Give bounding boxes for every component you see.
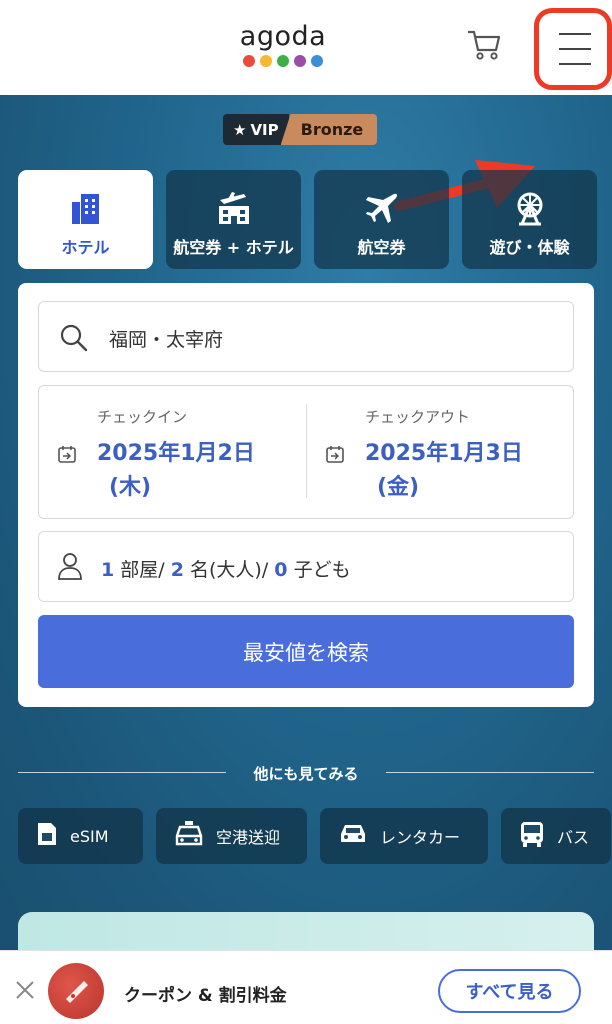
vip-label: ★ VIP xyxy=(223,114,289,145)
chip-label: レンタカー xyxy=(380,828,461,847)
tab-flight-hotel[interactable]: 航空券 + ホテル xyxy=(166,170,301,269)
destination-value: 福岡・太宰府 xyxy=(109,329,224,351)
destination-input[interactable]: 福岡・太宰府 xyxy=(38,301,574,372)
calendar-checkout-icon xyxy=(325,444,345,468)
children-count: 0 xyxy=(274,559,288,581)
search-button[interactable]: 最安値を検索 xyxy=(38,615,574,688)
search-card: 福岡・太宰府 チェックイン 2025年1月2日 (木) チェックアウト 2025… xyxy=(18,283,594,707)
tab-flight[interactable]: 航空券 xyxy=(314,170,449,269)
guests-summary: 1 部屋/ 2 名(大人)/ 0 子ども xyxy=(101,555,351,582)
checkin-date: 2025年1月2日 xyxy=(97,441,255,466)
checkin-label: チェックイン xyxy=(97,408,188,426)
chip-car-rental[interactable]: レンタカー xyxy=(320,808,488,864)
chip-label: 空港送迎 xyxy=(216,828,281,847)
rooms-count: 1 xyxy=(101,559,115,581)
guests-selector[interactable]: 1 部屋/ 2 名(大人)/ 0 子ども xyxy=(38,531,574,602)
coupon-bar: クーポン & 割引料金 すべて見る xyxy=(0,950,612,1024)
tab-label: ホテル xyxy=(61,238,110,257)
tab-activities[interactable]: 遊び・体験 xyxy=(462,170,597,269)
star-icon: ★ xyxy=(233,120,247,139)
adults-label: 名(大人)/ xyxy=(190,559,269,581)
chip-label: eSIM xyxy=(70,826,109,846)
sim-card-icon xyxy=(36,821,58,851)
top-header: agoda xyxy=(0,0,612,95)
search-icon xyxy=(59,323,89,357)
children-label: 子ども xyxy=(293,559,351,581)
coupon-text: クーポン & 割引料金 xyxy=(124,986,287,1006)
chip-label: バス xyxy=(557,828,590,847)
logo-text: agoda xyxy=(239,21,327,52)
product-tabs: ホテル 航空券 + ホテル 航空券 遊び・体験 xyxy=(18,170,597,269)
tab-hotel[interactable]: ホテル xyxy=(18,170,153,269)
checkout-day: (金) xyxy=(377,475,420,500)
checkin-day: (木) xyxy=(109,475,152,500)
vip-badge[interactable]: ★ VIP Bronze xyxy=(223,114,378,145)
chip-airport-transfer[interactable]: 空港送迎 xyxy=(156,808,307,864)
hotel-icon xyxy=(18,190,153,226)
taxi-icon xyxy=(174,820,204,852)
date-divider xyxy=(306,404,307,498)
calendar-checkin-icon xyxy=(57,444,77,468)
chip-esim[interactable]: eSIM xyxy=(18,808,143,864)
coupon-image xyxy=(48,963,104,1019)
checkout-date: 2025年1月3日 xyxy=(365,441,523,466)
checkout-label: チェックアウト xyxy=(365,408,471,426)
see-all-button[interactable]: すべて見る xyxy=(438,969,581,1013)
logo-dots xyxy=(238,55,328,67)
car-icon xyxy=(338,822,368,850)
bus-icon xyxy=(519,820,545,852)
airplane-icon xyxy=(314,190,449,226)
close-icon[interactable] xyxy=(13,978,37,1006)
hamburger-menu-icon[interactable] xyxy=(534,8,612,90)
date-picker[interactable]: チェックイン 2025年1月2日 (木) チェックアウト 2025年1月3日 (… xyxy=(38,385,574,519)
adults-count: 2 xyxy=(170,559,184,581)
explore-section-header: 他にも見てみる xyxy=(18,760,594,786)
tab-label: 遊び・体験 xyxy=(489,238,570,257)
agoda-logo[interactable]: agoda xyxy=(238,22,328,72)
person-icon xyxy=(57,552,83,584)
rooms-label: 部屋/ xyxy=(120,559,165,581)
cart-icon[interactable] xyxy=(466,28,506,68)
tab-label: 航空券 xyxy=(357,238,406,257)
tab-label: 航空券 + ホテル xyxy=(173,238,294,257)
explore-title: 他にも見てみる xyxy=(253,765,359,783)
vip-tier: Bronze xyxy=(280,114,378,145)
flight-hotel-icon xyxy=(166,190,301,226)
chip-bus[interactable]: バス xyxy=(501,808,611,864)
explore-chips: eSIM 空港送迎 レンタカー バス xyxy=(18,808,611,864)
ferris-wheel-icon xyxy=(462,190,597,226)
